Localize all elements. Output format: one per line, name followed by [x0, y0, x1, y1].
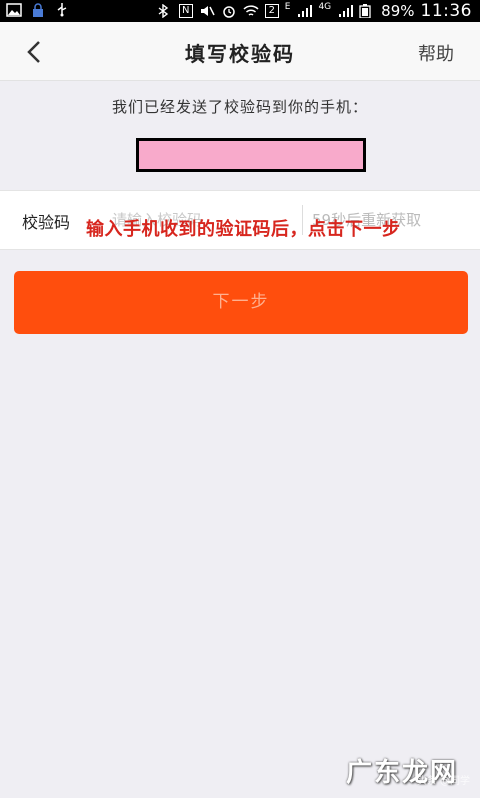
alarm-icon: [221, 4, 237, 18]
mute-icon: [199, 4, 215, 18]
code-label: 校验码: [22, 213, 71, 232]
nfc-icon: N: [178, 4, 193, 18]
watermark-sub: 头条 @同学: [416, 776, 470, 787]
verification-code-input[interactable]: [110, 205, 304, 235]
signal-icon: [296, 4, 313, 18]
battery-icon: [359, 4, 375, 19]
status-right: N 2 E 4G 89% 11:36: [157, 2, 472, 20]
wifi-icon: [243, 4, 259, 18]
help-button[interactable]: 帮助: [418, 40, 454, 66]
clock: 11:36: [420, 1, 472, 21]
nav-bar: 填写校验码 帮助: [0, 22, 480, 81]
status-left: [6, 3, 70, 17]
code-input-row: 校验码 59秒后重新获取: [0, 190, 480, 250]
page-title: 填写校验码: [185, 42, 295, 66]
input-divider: [302, 205, 303, 235]
masked-phone-number: [136, 138, 366, 172]
signal-icon-2: [337, 4, 354, 18]
battery-percent: 89%: [381, 2, 415, 20]
network-e-label: E: [284, 1, 291, 12]
usb-icon: [54, 3, 70, 17]
sent-code-hint: 我们已经发送了校验码到你的手机：: [111, 98, 368, 116]
gallery-icon: [6, 3, 22, 17]
next-step-button[interactable]: 下一步: [14, 271, 468, 334]
status-bar: N 2 E 4G 89% 11:36: [0, 0, 480, 22]
lock-app-icon: [30, 3, 46, 17]
sim-badge: 2: [264, 4, 279, 18]
bluetooth-icon: [157, 3, 173, 19]
resend-code-button[interactable]: 59秒后重新获取: [312, 209, 421, 230]
network-type-label: 4G: [318, 1, 332, 12]
